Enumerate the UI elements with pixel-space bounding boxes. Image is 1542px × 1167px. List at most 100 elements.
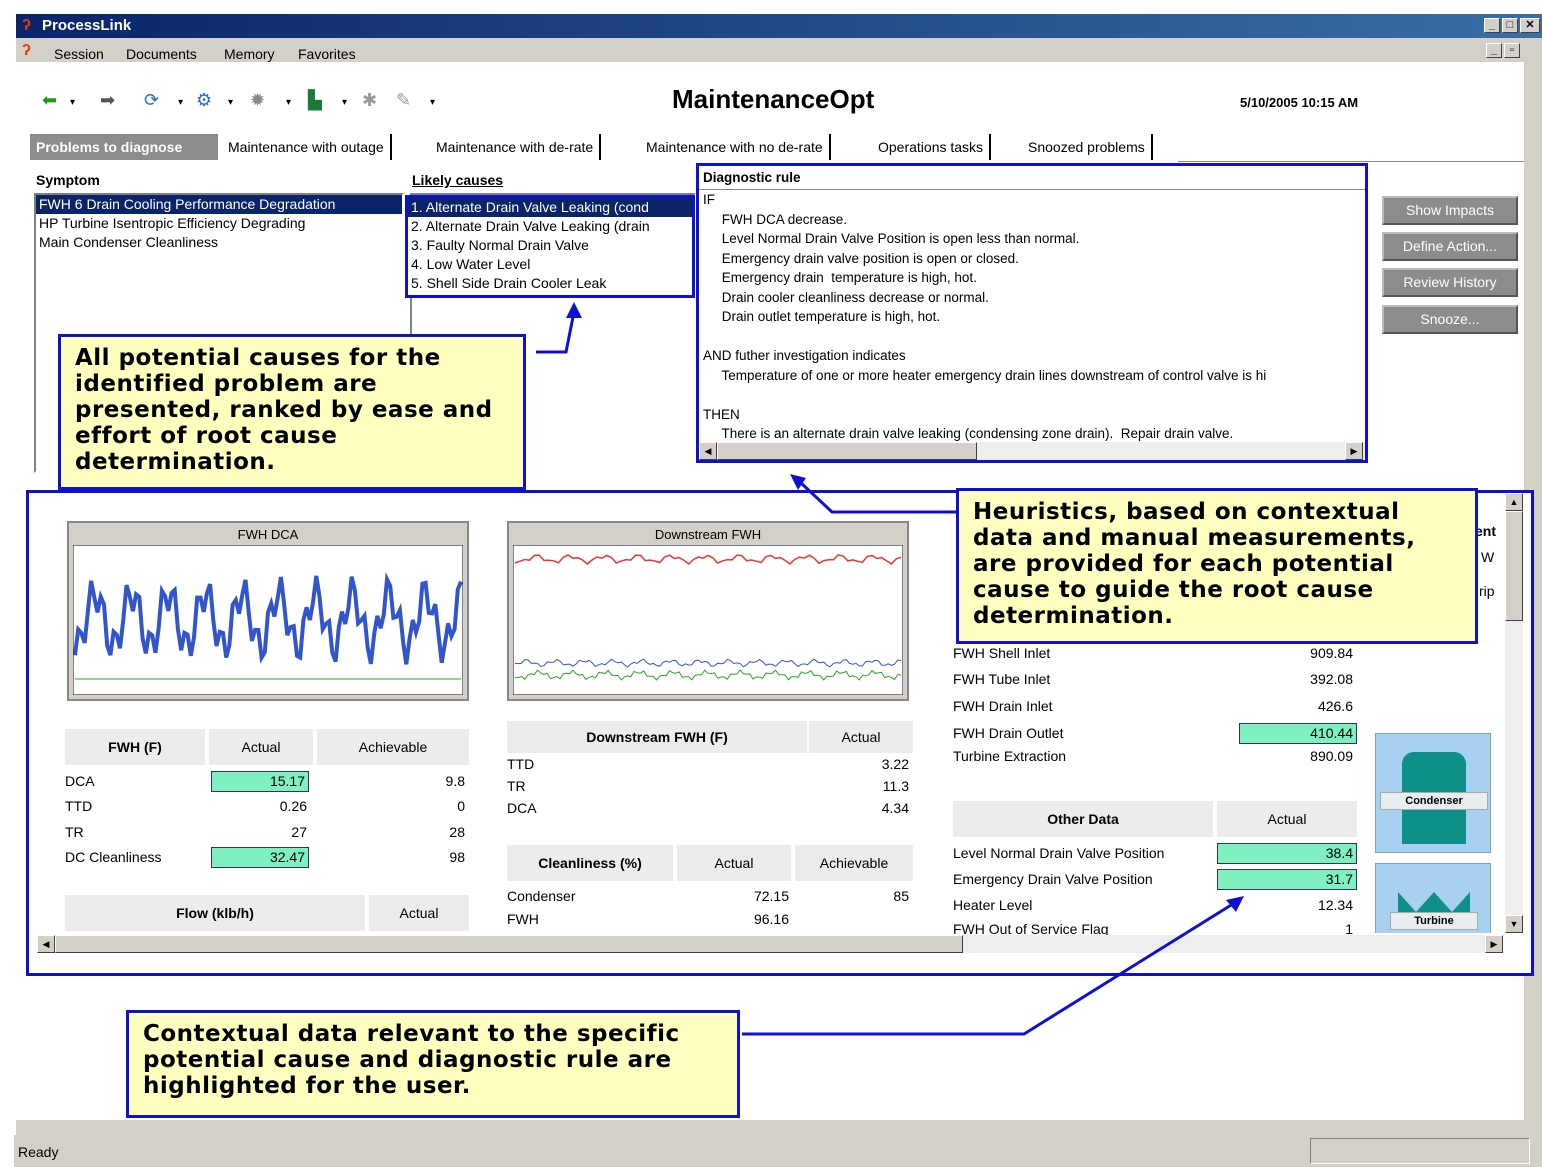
row-label: FWH Tube Inlet (953, 671, 1051, 687)
highlighted-value: 410.44 (1239, 723, 1357, 744)
maximize-button[interactable]: □ (1502, 18, 1518, 33)
doc-minimize-button[interactable]: _ (1486, 43, 1502, 58)
symptom-item[interactable]: HP Turbine Isentropic Efficiency Degradi… (36, 214, 402, 233)
symptom-header: Symptom (36, 172, 100, 188)
scroll-up-icon[interactable]: ▲ (1505, 493, 1523, 511)
row-label: Level Normal Drain Valve Position (953, 845, 1165, 861)
downstream-fwh-chart: Downstream FWH (507, 521, 909, 701)
status-panel (1310, 1138, 1530, 1164)
tab-problems-to-diagnose[interactable]: Problems to diagnose (30, 134, 218, 160)
tools-dropdown-icon[interactable]: ▾ (430, 97, 435, 108)
wrench-icon[interactable]: ✎ (396, 90, 411, 111)
doc-restore-button[interactable]: ▫ (1504, 43, 1520, 58)
scroll-down-icon[interactable]: ▼ (1505, 915, 1523, 933)
menu-memory[interactable]: Memory (224, 46, 275, 62)
row-label: Condenser (507, 888, 576, 904)
row-label: FWH (507, 911, 539, 927)
downstream-col-header: Downstream FWH (F) (507, 721, 807, 753)
back-arrow-icon[interactable]: ⬅ (42, 90, 57, 111)
actual-col-header: Actual (209, 729, 313, 765)
cause-item[interactable]: 3. Faulty Normal Drain Valve (408, 236, 692, 255)
row-value: 392.08 (1310, 671, 1353, 687)
highlighted-value: 32.47 (211, 847, 309, 868)
snooze-button[interactable]: Snooze... (1382, 305, 1518, 334)
tab-snoozed-problems[interactable]: Snoozed problems (1022, 134, 1153, 160)
highlighted-value: 15.17 (211, 771, 309, 792)
close-button[interactable]: ✕ (1520, 18, 1540, 33)
tools-icon[interactable]: ✱ (362, 90, 377, 111)
row-label: FWH Drain Inlet (953, 698, 1053, 714)
tab-maintenance-outage[interactable]: Maintenance with outage (222, 134, 392, 160)
show-impacts-button[interactable]: Show Impacts (1382, 196, 1518, 225)
row-value: 72.15 (753, 888, 789, 904)
rule-line: Drain cooler cleanliness decrease or nor… (703, 289, 989, 305)
rule-hscrollbar[interactable]: ◀ ▶ (699, 442, 1365, 460)
scroll-right-icon[interactable]: ▶ (1345, 442, 1363, 460)
menu-app-icon: ʔ (22, 42, 31, 59)
condenser-tile[interactable]: Condenser (1375, 733, 1491, 853)
menu-favorites[interactable]: Favorites (298, 46, 356, 62)
fwh-col-header: FWH (F) (65, 729, 205, 765)
turbine-tile[interactable]: Turbine (1375, 863, 1491, 933)
scroll-left-icon[interactable]: ◀ (37, 935, 55, 953)
panel-hscrollbar[interactable]: ◀ ▶ (37, 935, 1503, 953)
tab-operations-tasks[interactable]: Operations tasks (872, 134, 992, 160)
back-dropdown-icon[interactable]: ▾ (70, 97, 75, 108)
row-value: 0.26 (279, 798, 307, 814)
tab-maintenance-no-derate[interactable]: Maintenance with no de-rate (640, 134, 831, 160)
chart-icon[interactable]: ▙ (308, 90, 322, 111)
hidden-text-fragment: W (1481, 549, 1495, 565)
hidden-text-fragment: rip (1479, 583, 1495, 599)
hidden-header-fragment: ent (1475, 523, 1496, 539)
row-value: 98 (449, 849, 465, 865)
title-bar: ʔ ProcessLink _ □ ✕ (16, 14, 1542, 38)
callout-causes: All potential causes for the identified … (58, 334, 526, 490)
scroll-right-icon[interactable]: ▶ (1485, 935, 1503, 953)
cleanliness-achievable-header: Achievable (795, 845, 913, 881)
settings-dropdown-icon[interactable]: ▾ (286, 97, 291, 108)
chart-title: Downstream FWH (654, 527, 762, 542)
scroll-left-icon[interactable]: ◀ (699, 442, 717, 460)
chart-dropdown-icon[interactable]: ▾ (342, 97, 347, 108)
scroll-thumb[interactable] (717, 442, 977, 460)
settings-icon[interactable]: ✹ (250, 90, 265, 111)
network-dropdown-icon[interactable]: ▾ (228, 97, 233, 108)
status-bar: Ready (14, 1135, 1542, 1167)
minimize-button[interactable]: _ (1484, 18, 1500, 33)
rule-line (703, 327, 1361, 347)
refresh-dropdown-icon[interactable]: ▾ (178, 97, 183, 108)
panel-vscrollbar[interactable]: ▲ ▼ (1505, 493, 1523, 933)
cause-item[interactable]: 4. Low Water Level (408, 255, 692, 274)
app-icon: ʔ (22, 17, 31, 34)
define-action-button[interactable]: Define Action... (1382, 232, 1518, 261)
cause-item[interactable]: 2. Alternate Drain Valve Leaking (drain (408, 217, 692, 236)
cause-item[interactable]: 5. Shell Side Drain Cooler Leak (408, 274, 692, 293)
turbine-label: Turbine (1390, 912, 1478, 930)
scroll-thumb[interactable] (55, 935, 963, 953)
cause-item[interactable]: 1. Alternate Drain Valve Leaking (cond (408, 198, 692, 217)
symptom-item[interactable]: Main Condenser Cleanliness (36, 233, 402, 252)
menu-session[interactable]: Session (54, 46, 104, 62)
tab-maintenance-derate[interactable]: Maintenance with de-rate (430, 134, 602, 160)
row-value: 96.16 (753, 911, 789, 927)
flow-actual-header: Actual (369, 895, 469, 931)
row-value: 28 (449, 824, 465, 840)
rule-header: Diagnostic rule (699, 166, 1365, 190)
highlighted-value: 38.4 (1217, 843, 1357, 864)
status-text: Ready (18, 1144, 59, 1160)
row-value: 12.34 (1317, 897, 1353, 913)
symptom-item[interactable]: FWH 6 Drain Cooling Performance Degradat… (36, 195, 402, 214)
refresh-icon[interactable]: ⟳ (144, 90, 159, 111)
rule-line: There is an alternate drain valve leakin… (703, 426, 1234, 441)
condenser-label: Condenser (1380, 792, 1488, 810)
highlighted-value: 31.7 (1217, 869, 1357, 890)
review-history-button[interactable]: Review History (1382, 268, 1518, 297)
row-label: FWH Shell Inlet (953, 645, 1051, 661)
rule-line: Temperature of one or more heater emerge… (703, 367, 1267, 383)
network-icon[interactable]: ⚙ (196, 90, 212, 111)
scroll-thumb[interactable] (1505, 511, 1523, 621)
tab-baseline (1178, 161, 1524, 162)
menu-documents[interactable]: Documents (126, 46, 197, 62)
forward-arrow-icon[interactable]: ➡ (100, 90, 115, 111)
row-value: 85 (893, 888, 909, 904)
